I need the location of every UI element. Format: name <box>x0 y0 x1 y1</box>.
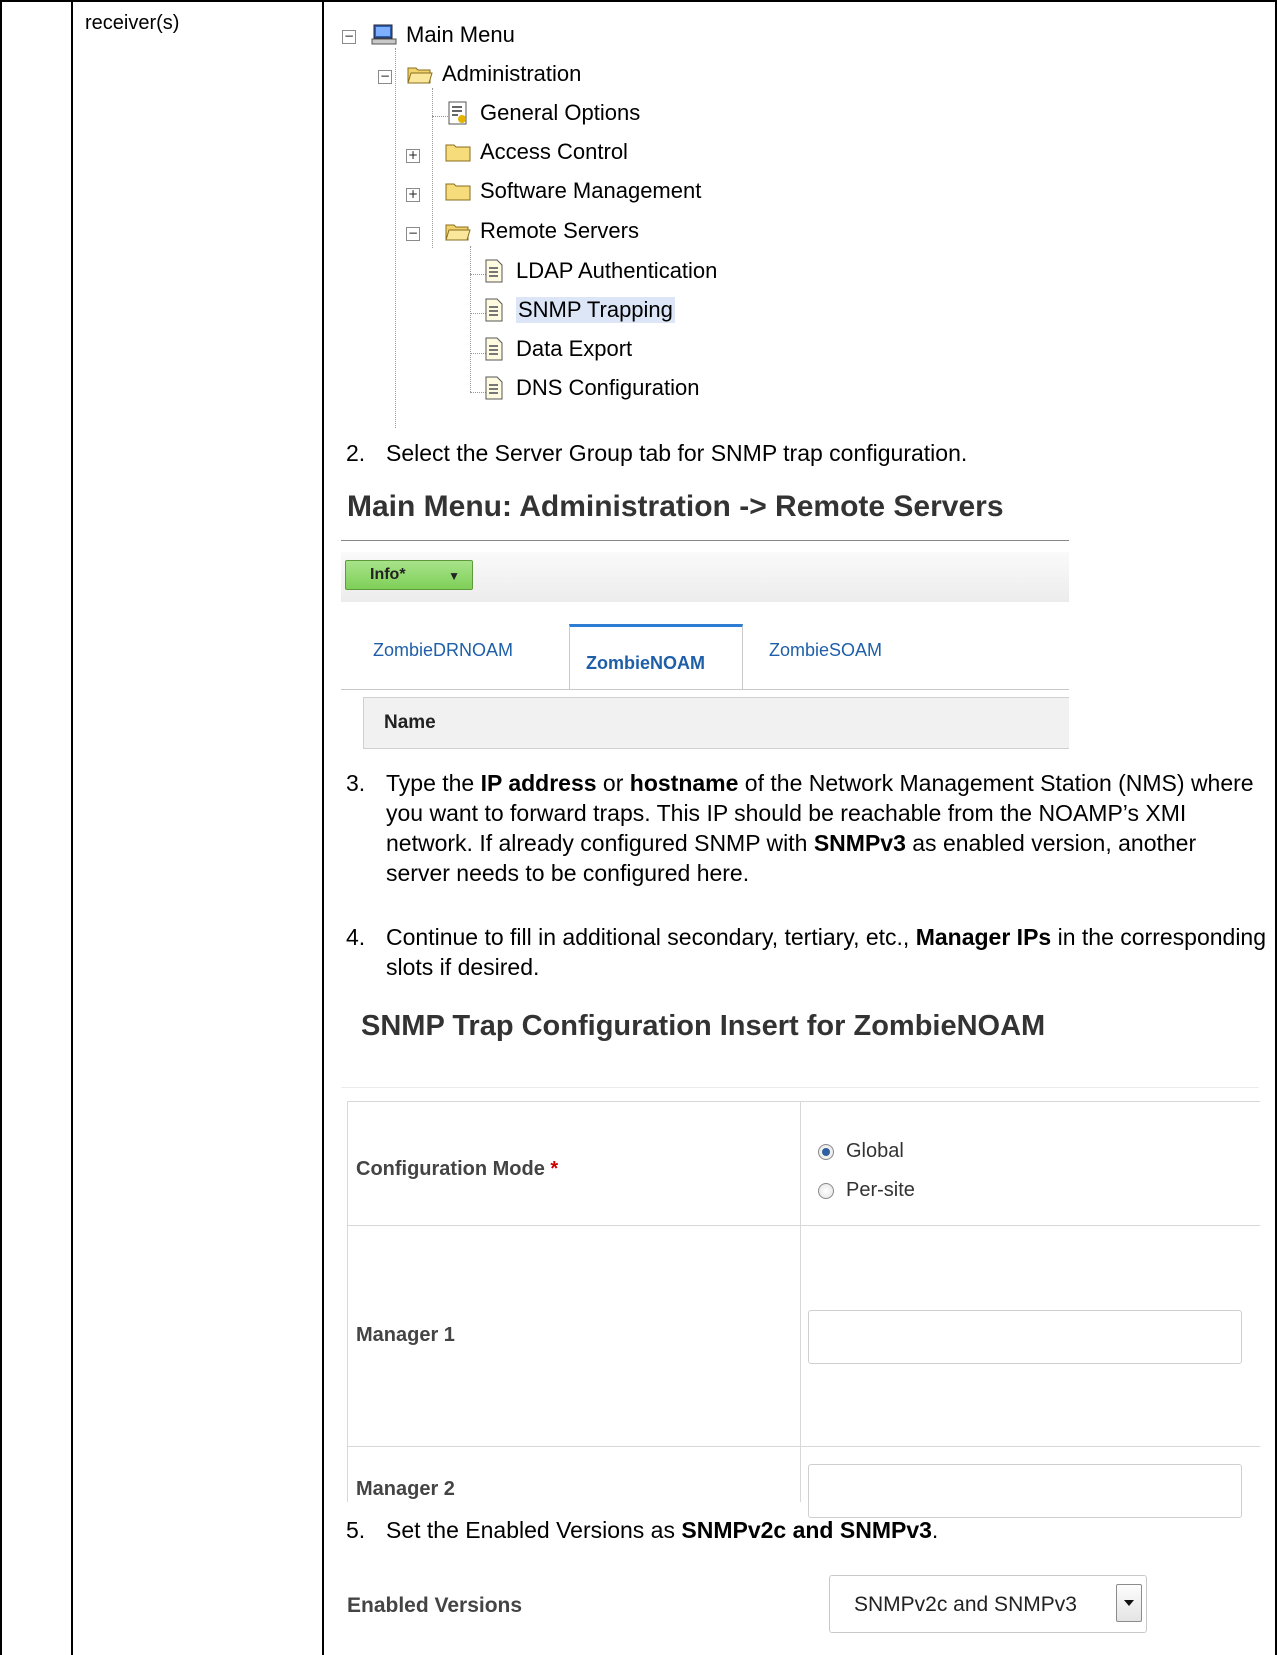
options-page-icon <box>448 101 467 125</box>
name-column-header: Name <box>363 697 1069 749</box>
tree-label: General Options <box>480 100 641 125</box>
info-button[interactable]: Info* ▼ <box>345 560 473 590</box>
tab-underline <box>341 689 1069 690</box>
table-left-border <box>0 0 2 1655</box>
config-mode-label: Configuration Mode * <box>356 1158 558 1181</box>
open-folder-icon <box>407 67 433 84</box>
page-icon <box>485 337 503 361</box>
text-bold: Manager IPs <box>915 924 1052 950</box>
open-folder-icon <box>445 224 471 241</box>
tree-guide <box>470 246 471 392</box>
row-divider <box>348 1225 1260 1226</box>
folder-icon <box>445 183 471 201</box>
tab-zombiesoam[interactable]: ZombieSOAM <box>769 640 882 661</box>
column-header-label: Name <box>384 712 436 733</box>
divider <box>341 540 1069 541</box>
caret-down-icon: ▼ <box>448 569 460 583</box>
column-divider-1 <box>71 0 73 1655</box>
tree-item-ldap-authentication[interactable]: LDAP Authentication <box>480 256 717 286</box>
tree-item-software-management[interactable]: Software Management <box>444 176 701 206</box>
step-text: Select the Server Group tab for SNMP tra… <box>386 440 968 466</box>
tree-item-administration[interactable]: Administration <box>406 59 581 89</box>
toolbar: Info* ▼ <box>341 552 1069 602</box>
radio-per-site[interactable]: Per-site <box>818 1179 915 1202</box>
manager-2-input[interactable] <box>808 1464 1242 1518</box>
tree-item-data-export[interactable]: Data Export <box>480 334 632 364</box>
label-text: Configuration Mode <box>356 1158 545 1180</box>
tree-label: LDAP Authentication <box>516 258 718 283</box>
main-menu-tree: − Main Menu − Administration General Opt… <box>342 20 862 430</box>
tree-item-dns-configuration[interactable]: DNS Configuration <box>480 373 699 403</box>
row-label: receiver(s) <box>85 12 180 34</box>
required-mark: * <box>550 1158 559 1180</box>
page-icon <box>485 298 503 322</box>
column-divider-2 <box>322 0 324 1655</box>
server-group-tabs: ZombieDRNOAM ZombieNOAM ZombieSOAM <box>341 620 1069 690</box>
row-divider <box>348 1446 1260 1447</box>
manager-1-input[interactable] <box>808 1310 1242 1364</box>
divider <box>341 1087 1259 1088</box>
text-run: . <box>931 1517 939 1543</box>
table-top-border <box>0 0 1277 2</box>
step-number: 3. <box>346 770 366 796</box>
tree-item-general-options[interactable]: General Options <box>444 98 640 128</box>
tree-label: Main Menu <box>406 22 515 47</box>
folder-icon <box>445 144 471 162</box>
tab-label: ZombieNOAM <box>586 653 705 673</box>
tab-zombiedrnoam[interactable]: ZombieDRNOAM <box>373 640 513 661</box>
tree-item-access-control[interactable]: Access Control <box>444 137 628 167</box>
manager-1-label: Manager 1 <box>356 1324 455 1346</box>
text-run: Type the <box>386 770 481 796</box>
tree-item-main-menu[interactable]: Main Menu <box>370 20 515 50</box>
collapse-remote-servers-icon[interactable]: − <box>406 227 420 241</box>
expand-software-management-icon[interactable]: + <box>406 188 420 202</box>
collapse-main-menu-icon[interactable]: − <box>342 30 356 44</box>
computer-icon <box>371 24 397 45</box>
tree-item-remote-servers[interactable]: Remote Servers <box>444 216 639 246</box>
expand-access-control-icon[interactable]: + <box>406 149 420 163</box>
tree-label: Remote Servers <box>480 218 639 243</box>
tree-guide <box>395 48 396 428</box>
text-bold: IP address <box>480 770 597 796</box>
tree-label: Data Export <box>516 336 633 361</box>
step-text: Set the Enabled Versions as SNMPv2c and … <box>386 1515 1266 1545</box>
page-icon <box>485 259 503 283</box>
snmp-config-form: Configuration Mode * Global Per-site Man… <box>347 1101 1260 1518</box>
enabled-versions-label: Enabled Versions <box>347 1594 523 1617</box>
text-run: Set the Enabled Versions as <box>386 1517 682 1543</box>
step-text: Continue to fill in additional secondary… <box>386 922 1266 982</box>
text-bold: SNMPv2c and SNMPv3 <box>681 1517 932 1543</box>
text-run: or <box>596 770 630 796</box>
radio-label: Per-site <box>846 1179 915 1201</box>
text-bold: SNMPv3 <box>813 830 906 856</box>
tree-label: SNMP Trapping <box>516 297 675 323</box>
page-title: Main Menu: Administration -> Remote Serv… <box>347 490 1004 523</box>
dropdown-arrow-icon[interactable] <box>1116 1584 1142 1622</box>
radio-selected-icon[interactable] <box>818 1143 834 1160</box>
radio-global[interactable]: Global <box>818 1140 904 1163</box>
page-icon <box>485 376 503 400</box>
step-number: 4. <box>346 924 366 950</box>
radio-label: Global <box>846 1140 904 1162</box>
step-number: 2. <box>346 440 366 466</box>
info-button-label: Info* <box>370 566 406 583</box>
text-bold: hostname <box>629 770 739 796</box>
step-text: Type the IP address or hostname of the N… <box>386 768 1266 888</box>
step-number: 5. <box>346 1517 366 1543</box>
radio-unselected-icon[interactable] <box>818 1182 834 1199</box>
tree-label: Administration <box>442 61 582 86</box>
tree-label: DNS Configuration <box>516 375 700 400</box>
column-divider <box>800 1102 801 1502</box>
text-run: Continue to fill in additional secondary… <box>386 924 916 950</box>
tree-label: Software Management <box>480 178 702 203</box>
form-title: SNMP Trap Configuration Insert for Zombi… <box>361 1010 1046 1042</box>
manager-2-label: Manager 2 <box>356 1478 455 1500</box>
tree-item-snmp-trapping[interactable]: SNMP Trapping <box>480 295 675 325</box>
select-value: SNMPv2c and SNMPv3 <box>854 1593 1077 1616</box>
tree-guide <box>432 88 433 248</box>
enabled-versions-select[interactable]: SNMPv2c and SNMPv3 <box>829 1575 1147 1633</box>
tree-label: Access Control <box>480 139 628 164</box>
collapse-administration-icon[interactable]: − <box>378 70 392 84</box>
tab-zombienoam[interactable]: ZombieNOAM <box>569 624 743 690</box>
